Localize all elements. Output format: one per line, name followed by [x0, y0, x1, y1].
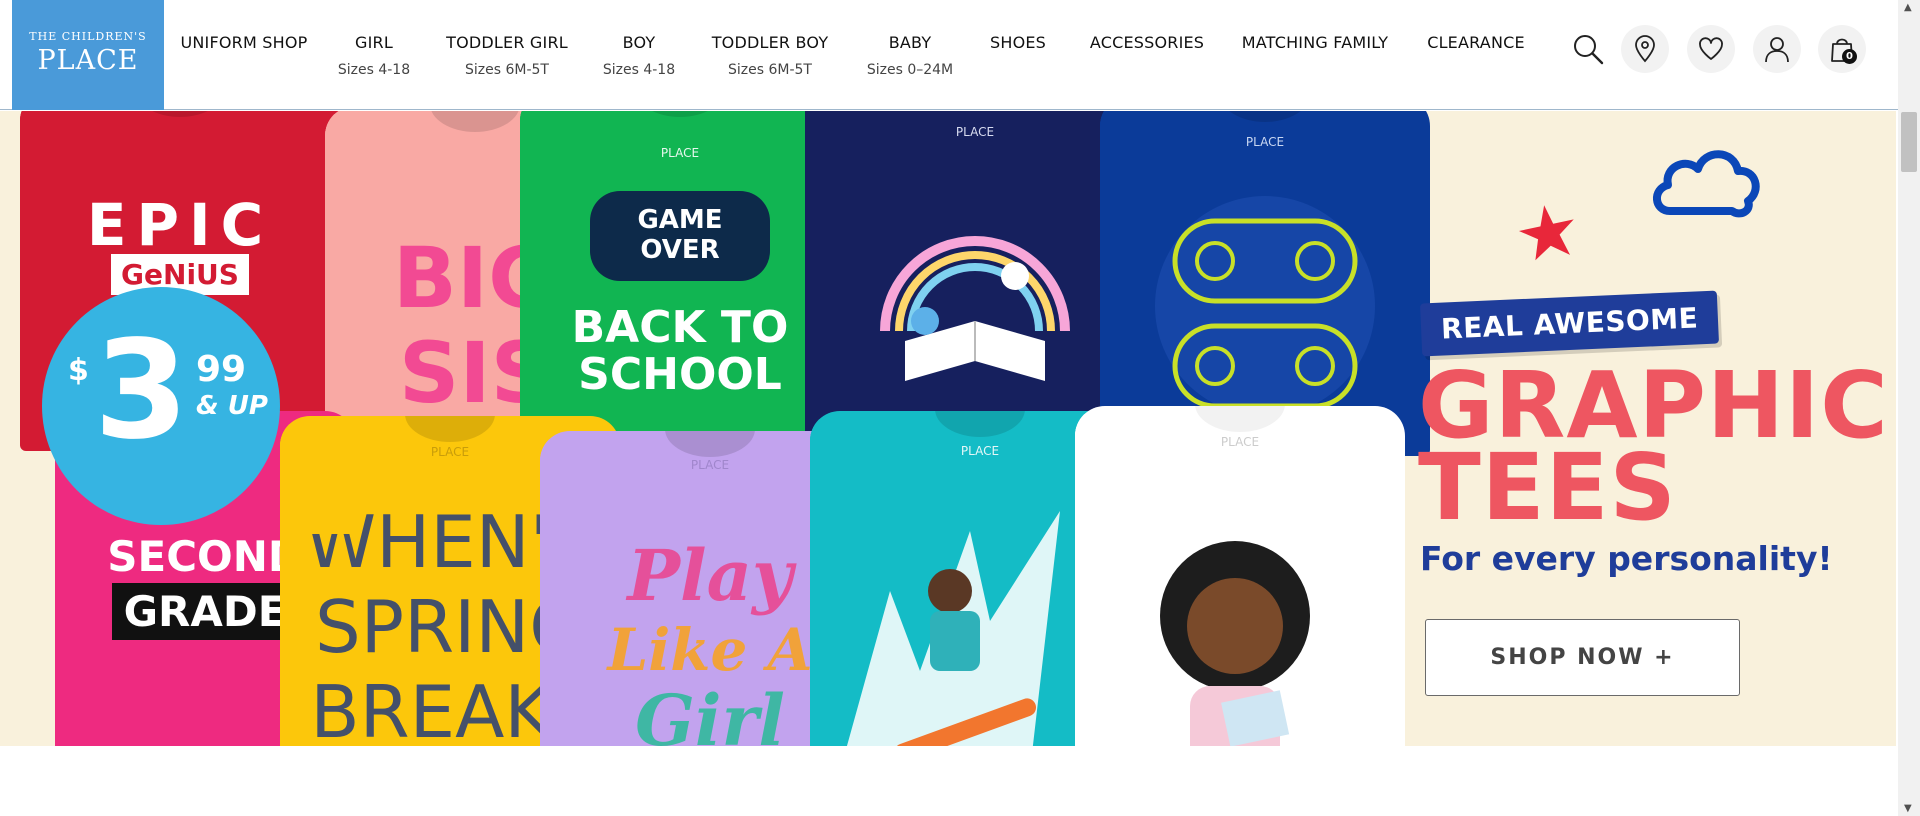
nav-label: TODDLER BOY	[711, 33, 829, 52]
tee-navy-unicorn-book: PLACE	[805, 111, 1145, 451]
location-pin-icon	[1635, 35, 1655, 63]
cart-count-badge: 0	[1842, 49, 1857, 64]
account-icon	[1765, 37, 1789, 63]
nav-sizes: Sizes 0–24M	[866, 62, 954, 78]
tee-label: PLACE	[660, 146, 700, 160]
price-suffix: & UP	[196, 391, 268, 421]
nav-sizes: Sizes 4-18	[602, 62, 676, 78]
nav-boy[interactable]: BOY Sizes 4-18	[603, 33, 675, 78]
tee-label: PLACE	[1220, 435, 1260, 449]
nav-label: BABY	[888, 33, 932, 52]
nav-matching-family[interactable]: MATCHING FAMILY	[1242, 33, 1388, 52]
logo-line-1: THE CHILDREN'S	[29, 30, 147, 43]
shop-now-button[interactable]: SHOP NOW +	[1425, 619, 1740, 696]
tee-print: OVER	[640, 235, 720, 265]
scrollbar-thumb[interactable]	[1901, 112, 1917, 172]
price-currency: $	[68, 353, 89, 388]
cart-button[interactable]: 0	[1818, 25, 1866, 73]
nav-label: TODDLER GIRL	[446, 33, 568, 52]
tee-print: EPIC	[86, 191, 274, 259]
nav-accessories[interactable]: ACCESSORIES	[1090, 33, 1204, 52]
cloud-icon	[1653, 150, 1760, 218]
brand-logo[interactable]: THE CHILDREN'S PLACE	[12, 0, 164, 110]
tee-green-game-over: PLACE GAME OVER BACK TO SCHOOL	[520, 111, 840, 461]
tee-blue-controllers: PLACE	[1100, 111, 1430, 456]
nav-label: CLEARANCE	[1427, 33, 1525, 52]
promo-subtitle: For every personality!	[1420, 539, 1833, 578]
nav-sizes: Sizes 4-18	[337, 62, 411, 78]
nav-label: SHOES	[989, 33, 1047, 52]
nav-sizes: Sizes 6M-5T	[728, 62, 812, 78]
promo-title-line-2: TEES	[1418, 434, 1677, 541]
nav-toddler-girl[interactable]: TODDLER GIRL Sizes 6M-5T	[446, 33, 568, 78]
promo-title: GRAPHIC TEES	[1418, 360, 1889, 541]
tee-print: BACK TO	[571, 302, 789, 353]
page-scrollbar[interactable]: ▲ ▼	[1898, 0, 1920, 816]
star-icon	[1518, 205, 1574, 261]
site-header: THE CHILDREN'S PLACE UNIFORM SHOP GIRL S…	[0, 0, 1898, 110]
tee-print: GeNiUS	[20, 254, 340, 295]
scroll-up-arrow-icon[interactable]: ▲	[1904, 2, 1912, 13]
nav-clearance[interactable]: CLEARANCE	[1427, 33, 1525, 52]
nav-baby[interactable]: BABY Sizes 0–24M	[867, 33, 953, 78]
tee-white-reading-girl: PLACE	[1075, 406, 1405, 746]
logo-line-2: PLACE	[37, 45, 139, 76]
account-button[interactable]	[1753, 25, 1801, 73]
nav-girl[interactable]: GIRL Sizes 4-18	[338, 33, 410, 78]
nav-uniform-shop[interactable]: UNIFORM SHOP	[180, 33, 307, 52]
price-cents: 99	[196, 349, 247, 390]
price-badge: $ 3 99 & UP	[42, 287, 280, 525]
nav-sizes: Sizes 6M-5T	[465, 62, 549, 78]
nav-label: MATCHING FAMILY	[1241, 33, 1389, 52]
tee-label: PLACE	[955, 125, 995, 139]
tee-print-block: GRADE	[111, 583, 299, 640]
heart-icon	[1699, 37, 1723, 60]
nav-label: GIRL	[355, 33, 393, 52]
nav-label: BOY	[622, 33, 656, 52]
tee-label: PLACE	[1245, 135, 1285, 149]
reading-girl-graphic	[1160, 541, 1310, 746]
nav-toddler-boy[interactable]: TODDLER BOY Sizes 6M-5T	[712, 33, 829, 78]
nav-shoes[interactable]: SHOES	[990, 33, 1046, 52]
search-icon	[1574, 35, 1604, 65]
tee-print: GAME	[637, 205, 723, 235]
unicorn-rainbow-graphic	[880, 236, 1070, 381]
nav-label: UNIFORM SHOP	[180, 33, 308, 52]
tee-print: SCHOOL	[578, 349, 782, 400]
nav-label: ACCESSORIES	[1089, 33, 1205, 52]
wishlist-button[interactable]	[1687, 25, 1735, 73]
search-button[interactable]	[1564, 25, 1612, 73]
store-locator-button[interactable]	[1621, 25, 1669, 73]
price-dollars: 3	[94, 312, 189, 470]
game-controllers-graphic	[1155, 196, 1375, 416]
hero-banner[interactable]: EPIC GeNiUS BIG SIS PLACE GAME OVER BACK…	[0, 111, 1896, 746]
scroll-down-arrow-icon[interactable]: ▼	[1904, 803, 1912, 814]
promo-tag: REAL AWESOME	[1419, 290, 1720, 357]
